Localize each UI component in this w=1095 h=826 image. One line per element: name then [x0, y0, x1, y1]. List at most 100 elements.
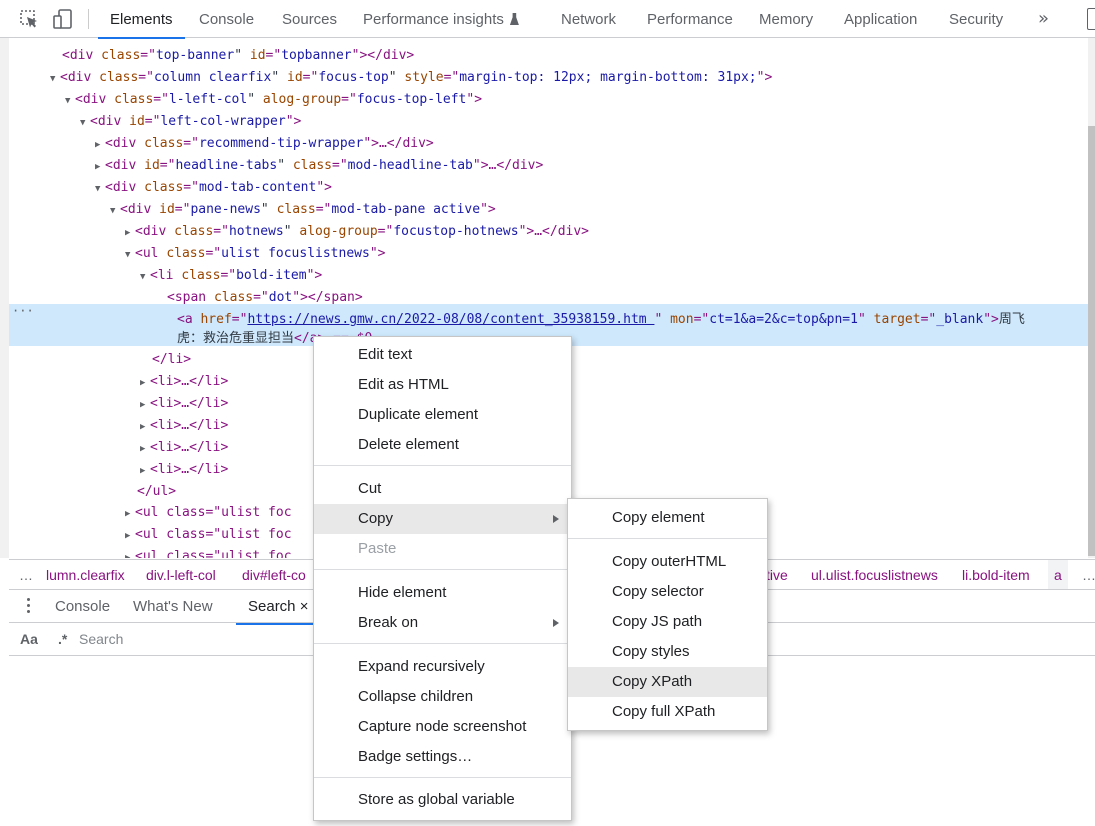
menu-item-copy-styles[interactable]: Copy styles — [568, 637, 767, 667]
menu-item-copy-xpath[interactable]: Copy XPath — [568, 667, 767, 697]
menu-item-edit-as-html[interactable]: Edit as HTML — [314, 370, 571, 400]
dom-node-line[interactable]: ▶ <div class="hotnews" alog-group="focust… — [9, 221, 1088, 243]
device-toolbar-icon[interactable] — [52, 8, 74, 30]
attribute-value: bold-item — [236, 268, 307, 283]
attribute-quote: =" — [231, 312, 248, 327]
tab-sources[interactable]: Sources — [282, 0, 337, 38]
tag-close: "> — [480, 202, 496, 217]
breadcrumb-item[interactable]: li.bold-item — [962, 560, 1030, 589]
breadcrumb-overflow-left[interactable]: … — [19, 560, 33, 589]
attribute-value: ulist focuslistnews — [221, 246, 370, 261]
collapsed-triangle-icon: ▶ — [125, 509, 131, 519]
menu-item-badge-settings[interactable]: Badge settings… — [314, 742, 571, 772]
menu-item-copy-selector[interactable]: Copy selector — [568, 577, 767, 607]
attribute-quote: =" — [332, 158, 348, 173]
attribute-quote: =" — [253, 290, 269, 305]
tab-security[interactable]: Security — [949, 0, 1003, 38]
tag-name: <ul class="ulist foc — [135, 505, 292, 520]
menu-item-hide-element[interactable]: Hide element — [314, 578, 571, 608]
menu-item-cut[interactable]: Cut — [314, 474, 571, 504]
dom-node-line[interactable]: ▼ <div class="l-left-col" alog-group="foc… — [9, 89, 1088, 111]
drawer-tab-console[interactable]: Console — [55, 590, 110, 624]
menu-item-copy-full-xpath[interactable]: Copy full XPath — [568, 697, 767, 727]
tab-network[interactable]: Network — [561, 0, 616, 38]
dom-node-line[interactable]: <div class="top-banner" id="topbanner"><… — [9, 45, 1088, 67]
tab-performance[interactable]: Performance — [647, 0, 733, 38]
menu-item-duplicate-element[interactable]: Duplicate element — [314, 400, 571, 430]
breadcrumb-item[interactable]: div.l-left-col — [146, 560, 216, 589]
attribute-name: target — [873, 312, 921, 327]
attribute-value: headline-tabs — [175, 158, 278, 173]
collapsed-triangle-icon: ▶ — [125, 228, 131, 238]
breadcrumb-item[interactable]: ul.ulist.focuslistnews — [811, 560, 938, 589]
tab-memory[interactable]: Memory — [759, 0, 813, 38]
inspect-element-icon[interactable] — [18, 8, 40, 30]
dom-node-line[interactable]: ▼ <ul class="ulist focuslistnews"> — [9, 243, 1088, 265]
menu-item-break-on[interactable]: Break on — [314, 608, 571, 638]
menu-item-copy-js-path[interactable]: Copy JS path — [568, 607, 767, 637]
menu-item-copy[interactable]: Copy — [314, 504, 571, 534]
dom-node-line[interactable]: ▶ <div id="headline-tabs" class="mod-head… — [9, 155, 1088, 177]
whitespace: " — [271, 70, 287, 85]
tag-name: <a — [177, 312, 201, 327]
menu-item-collapse-children[interactable]: Collapse children — [314, 682, 571, 712]
collapsed-triangle-icon: ▶ — [140, 422, 146, 432]
drawer-menu-icon[interactable] — [27, 598, 31, 616]
match-case-button[interactable]: Aa — [20, 623, 38, 656]
dom-node-line[interactable]: ▼ <div id="left-col-wrapper"> — [9, 111, 1088, 133]
tag-name: <div — [90, 114, 122, 129]
dom-node-line[interactable]: ▼ <div class="mod-tab-content"> — [9, 177, 1088, 199]
menu-item-capture-node-screenshot[interactable]: Capture node screenshot — [314, 712, 571, 742]
breadcrumb-item[interactable]: div#left-co — [242, 560, 306, 589]
collapsed-triangle-icon: ▶ — [140, 444, 146, 454]
tab-elements[interactable]: Elements — [98, 0, 184, 39]
attribute-name: alog-group — [299, 224, 378, 239]
search-input[interactable] — [79, 628, 319, 650]
drawer-tab-whats-new[interactable]: What's New — [133, 590, 213, 624]
tag-name: <li>…</li> — [150, 374, 229, 389]
attribute-name: class — [99, 70, 139, 85]
expanded-triangle-icon: ▼ — [140, 272, 146, 282]
attribute-name: class — [181, 268, 221, 283]
tag-name: <ul class="ulist foc — [135, 549, 292, 558]
regex-button[interactable]: .* — [58, 623, 67, 656]
dom-node-line[interactable]: <span class="dot"></span> — [9, 287, 1088, 309]
scrollbar-thumb[interactable] — [1088, 126, 1095, 556]
dom-node-line[interactable]: ▼ <li class="bold-item"> — [9, 265, 1088, 287]
drawer-tab-search-label: Search — [248, 598, 296, 615]
menu-item-delete-element[interactable]: Delete element — [314, 430, 571, 460]
attribute-name: id — [129, 114, 145, 129]
breadcrumb-item-selected[interactable]: a — [1048, 560, 1068, 589]
dom-node-line[interactable]: ▼ <div class="column clearfix" id="focus-… — [9, 67, 1088, 89]
tag-name: <div — [105, 180, 137, 195]
href-link[interactable]: https://news.gmw.cn/2022-08/08/content_3… — [247, 312, 654, 327]
menu-item-edit-text[interactable]: Edit text — [314, 340, 571, 370]
tab-application[interactable]: Application — [844, 0, 917, 38]
attribute-quote: =" — [265, 48, 282, 63]
tab-performance-insights[interactable]: Performance insights — [363, 0, 519, 38]
tab-console[interactable]: Console — [199, 0, 254, 38]
attribute-quote: =" — [377, 224, 394, 239]
menu-item-copy-outerhtml[interactable]: Copy outerHTML — [568, 547, 767, 577]
dock-side-icon[interactable] — [1087, 8, 1095, 30]
menu-item-expand-recursively[interactable]: Expand recursively — [314, 652, 571, 682]
breadcrumb-item[interactable]: lumn.clearfix — [46, 560, 125, 589]
dom-node-line[interactable]: ▶ <div class="recommend-tip-wrapper">…</d… — [9, 133, 1088, 155]
attribute-quote: =" — [213, 224, 229, 239]
breadcrumb-overflow-right[interactable]: … — [1082, 560, 1095, 589]
attribute-quote: " — [857, 312, 874, 327]
attribute-value: top-banner — [155, 48, 235, 63]
drawer-tab-search[interactable]: Search × — [235, 590, 315, 625]
more-tabs-button[interactable]: » — [1038, 0, 1049, 38]
tree-scrollbar[interactable] — [1088, 38, 1095, 558]
experiment-flask-icon — [509, 13, 519, 25]
close-icon[interactable]: × — [300, 598, 309, 615]
menu-item-copy-element[interactable]: Copy element — [568, 503, 767, 533]
tag-name: <span — [167, 290, 207, 305]
devtools-toolbar: Elements Console Sources Performance ins… — [0, 0, 1095, 39]
tag-name: <div — [75, 92, 107, 107]
menu-item-store-as-global-variable[interactable]: Store as global variable — [314, 785, 571, 815]
dom-node-line[interactable]: ▼ <div id="pane-news" class="mod-tab-pane… — [9, 199, 1088, 221]
